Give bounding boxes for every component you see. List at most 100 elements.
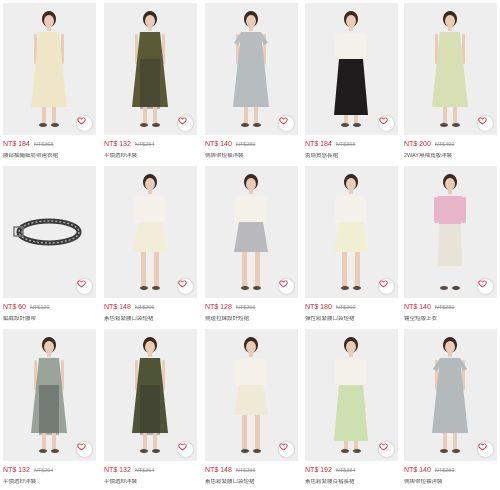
sale-price: NT$ 184 (305, 141, 332, 148)
heart-icon (77, 443, 86, 451)
product-name[interactable]: 腰部抽繩細肩帶連衣裙 (3, 153, 96, 160)
product-price: NT$ 140 NT$280 (205, 140, 255, 150)
original-price: NT$264 (134, 468, 155, 474)
heart-icon (279, 280, 288, 288)
product-image[interactable] (3, 329, 96, 461)
favorite-button[interactable] (379, 116, 394, 131)
product-image[interactable] (305, 166, 398, 298)
heart-icon (478, 117, 487, 125)
favorite-button[interactable] (178, 279, 193, 294)
heart-icon (279, 443, 288, 451)
product-name[interactable]: 側邊拉鍊設計短裙 (205, 316, 298, 323)
favorite-button[interactable] (77, 442, 92, 457)
sale-price: NT$ 140 (205, 141, 232, 148)
original-price: NT$264 (134, 142, 155, 148)
product-image[interactable] (205, 329, 298, 461)
sale-price: NT$ 128 (205, 304, 232, 311)
favorite-button[interactable] (279, 116, 294, 131)
product-name[interactable]: 編織設計腰帶 (3, 316, 96, 323)
product-card[interactable]: NT$ 132 NT$264 平價透紗洋裝 (104, 329, 197, 489)
product-name[interactable]: 2WAY無袖寬版洋裝 (404, 153, 497, 160)
favorite-button[interactable] (279, 442, 294, 457)
sale-price: NT$ 200 (404, 141, 431, 148)
product-price: NT$ 132 NT$264 (104, 466, 154, 476)
product-card[interactable]: NT$ 60 NT$120 編織設計腰帶 (3, 166, 96, 326)
favorite-button[interactable] (77, 279, 92, 294)
product-card[interactable]: NT$ 184 NT$368 腰部抽繩細肩帶連衣裙 (3, 3, 96, 163)
product-image[interactable] (3, 166, 96, 298)
product-card[interactable]: NT$ 192 NT$384 素色鬆緊腰百褶長裙 (305, 329, 398, 489)
product-name[interactable]: 鏤空短版上衣 (404, 316, 497, 323)
product-image[interactable] (205, 3, 298, 135)
favorite-button[interactable] (478, 279, 493, 294)
product-card[interactable]: NT$ 184 NT$368 蕾絲質感長裙 (305, 3, 398, 163)
product-name[interactable]: 素色鬆緊腰口袋短裙 (104, 316, 197, 323)
favorite-button[interactable] (279, 279, 294, 294)
favorite-button[interactable] (379, 279, 394, 294)
product-image[interactable] (305, 329, 398, 461)
product-image[interactable] (404, 3, 497, 135)
original-price: NT$120 (29, 305, 50, 311)
product-image[interactable] (404, 329, 497, 461)
product-name[interactable]: 蕾絲質感長裙 (305, 153, 398, 160)
product-grid: NT$ 184 NT$368 腰部抽繩細肩帶連衣裙 NT$ 132 NT$264 平… (0, 0, 500, 490)
original-price: NT$368 (335, 142, 356, 148)
product-image[interactable] (104, 329, 197, 461)
product-card[interactable]: NT$ 180 NT$360 彈性鬆緊腰口袋短裙 (305, 166, 398, 326)
product-card[interactable]: NT$ 148 NT$296 素色鬆緊腰口袋短裙 (205, 329, 298, 489)
heart-icon (178, 117, 187, 125)
heart-icon (478, 280, 487, 288)
heart-icon (178, 280, 187, 288)
heart-icon (178, 443, 187, 451)
product-image[interactable] (104, 166, 197, 298)
original-price: NT$296 (235, 468, 256, 474)
heart-icon (379, 280, 388, 288)
product-card[interactable]: NT$ 140 NT$280 側綁帶短袖洋裝 (404, 329, 497, 489)
product-image[interactable] (404, 166, 497, 298)
favorite-button[interactable] (178, 116, 193, 131)
product-price: NT$ 128 NT$256 (205, 303, 255, 313)
product-name[interactable]: 素色鬆緊腰百褶長裙 (305, 479, 398, 486)
heart-icon (77, 280, 86, 288)
product-price: NT$ 60 NT$120 (3, 303, 50, 313)
product-card[interactable]: NT$ 132 NT$264 平價透紗洋裝 (104, 3, 197, 163)
product-name[interactable]: 素色鬆緊腰口袋短裙 (205, 479, 298, 486)
product-image[interactable] (104, 3, 197, 135)
heart-icon (279, 117, 288, 125)
product-name[interactable]: 平價透紗洋裝 (104, 479, 197, 486)
product-name[interactable]: 側綁帶短袖洋裝 (205, 153, 298, 160)
product-card[interactable]: NT$ 132 NT$264 平價透紗洋裝 (3, 329, 96, 489)
product-price: NT$ 148 NT$296 (205, 466, 255, 476)
product-card[interactable]: NT$ 140 NT$280 鏤空短版上衣 (404, 166, 497, 326)
product-card[interactable]: NT$ 128 NT$256 側邊拉鍊設計短裙 (205, 166, 298, 326)
favorite-button[interactable] (478, 442, 493, 457)
product-image[interactable] (205, 166, 298, 298)
sale-price: NT$ 192 (305, 467, 332, 474)
heart-icon (77, 117, 86, 125)
product-price: NT$ 132 NT$264 (104, 140, 154, 150)
product-image[interactable] (3, 3, 96, 135)
product-price: NT$ 192 NT$384 (305, 466, 355, 476)
original-price: NT$256 (235, 305, 256, 311)
product-price: NT$ 148 NT$296 (104, 303, 154, 313)
sale-price: NT$ 180 (305, 304, 332, 311)
product-name[interactable]: 平價透紗洋裝 (3, 479, 96, 486)
product-image[interactable] (305, 3, 398, 135)
original-price: NT$368 (33, 142, 54, 148)
product-card[interactable]: NT$ 140 NT$280 側綁帶短袖洋裝 (205, 3, 298, 163)
favorite-button[interactable] (178, 442, 193, 457)
product-name[interactable]: 彈性鬆緊腰口袋短裙 (305, 316, 398, 323)
sale-price: NT$ 132 (3, 467, 30, 474)
heart-icon (379, 443, 388, 451)
product-card[interactable]: NT$ 200 NT$400 2WAY無袖寬版洋裝 (404, 3, 497, 163)
original-price: NT$280 (434, 468, 455, 474)
product-card[interactable]: NT$ 148 NT$296 素色鬆緊腰口袋短裙 (104, 166, 197, 326)
product-name[interactable]: 平價透紗洋裝 (104, 153, 197, 160)
favorite-button[interactable] (379, 442, 394, 457)
product-name[interactable]: 側綁帶短袖洋裝 (404, 479, 497, 486)
sale-price: NT$ 140 (404, 467, 431, 474)
product-price: NT$ 140 NT$280 (404, 303, 454, 313)
sale-price: NT$ 148 (104, 304, 131, 311)
favorite-button[interactable] (478, 116, 493, 131)
favorite-button[interactable] (77, 116, 92, 131)
